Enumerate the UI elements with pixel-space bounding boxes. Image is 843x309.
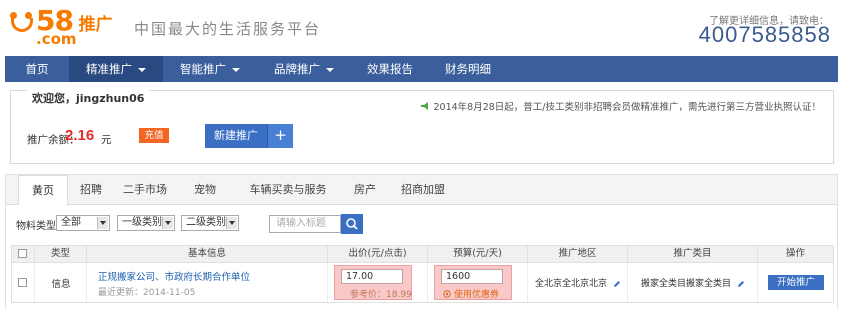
nav-smart-promo-label: 智能推广 xyxy=(180,62,226,76)
hotline-number: 4007585858 xyxy=(698,22,831,47)
row-select-cell xyxy=(12,263,34,302)
coupon-label: 使用优惠券 xyxy=(454,290,500,300)
row-bid-cell: 17.00 参考价：18.99 xyxy=(327,263,427,302)
start-promo-button[interactable]: 开始推广 xyxy=(768,275,824,290)
row-region-cell: 全北京全北京北京 xyxy=(527,263,627,302)
material-type-label: 物料类型 xyxy=(16,221,56,232)
row-type: 信息 xyxy=(51,279,71,290)
chevron-down-icon xyxy=(138,67,146,72)
nav-brand-promo-label: 品牌推广 xyxy=(274,62,320,76)
category-panel: 黄页 招聘 二手市场 宠物 车辆买卖与服务 房产 招商加盟 物料类型 全部 一级… xyxy=(5,174,838,309)
row-budget-cell: 1600 使用优惠券 xyxy=(427,263,527,302)
tab-yellow-pages[interactable]: 黄页 xyxy=(18,175,68,206)
row-action-cell: 开始推广 xyxy=(757,263,833,302)
category-tabs: 黄页 招聘 二手市场 宠物 车辆买卖与服务 房产 招商加盟 xyxy=(6,175,837,206)
nav-report[interactable]: 效果报告 xyxy=(351,56,429,82)
chevron-down-icon xyxy=(162,217,173,229)
row-region-text: 全北京全北京北京 xyxy=(535,279,608,289)
filter-row: 物料类型 全部 一级类别 二级类别 请输入标题 xyxy=(6,213,837,234)
row-category-cell: 搬家全类目搬家全类目 xyxy=(627,263,757,302)
nav-finance[interactable]: 财务明细 xyxy=(429,56,507,82)
row-title-link[interactable]: 正规搬家公司、市政府长期合作单位 xyxy=(98,269,250,283)
nav-home-label: 首页 xyxy=(25,62,49,76)
edit-pencil-icon[interactable] xyxy=(613,280,621,288)
logo[interactable]: 58 .com 推广 xyxy=(10,7,113,48)
header: 58 .com 推广 中国最大的生活服务平台 了解更详细信息，请致电： 4007… xyxy=(0,0,843,56)
logo-text: 58 .com xyxy=(36,7,77,48)
plus-icon[interactable]: + xyxy=(267,124,293,148)
new-promo-button[interactable]: 新建推广 + xyxy=(205,124,293,148)
nav-smart-promo[interactable]: 智能推广 xyxy=(163,56,257,82)
logo-smile-icon xyxy=(10,8,34,42)
budget-input[interactable]: 1600 xyxy=(441,269,503,284)
header-actions: 操作 xyxy=(757,246,833,262)
logo-suffix: 推广 xyxy=(78,15,113,35)
logo-domain: .com xyxy=(36,30,77,48)
coupon-link[interactable]: 使用优惠券 xyxy=(443,287,499,300)
welcome-panel: 欢迎您，jingzhun06 2014年8月28日起，普工/技工类别非招聘会员做… xyxy=(10,90,834,164)
row-info-cell: 正规搬家公司、市政府长期合作单位 最近更新：2014-11-05 xyxy=(86,263,327,302)
table-row: 信息 正规搬家公司、市政府长期合作单位 最近更新：2014-11-05 17.0… xyxy=(11,263,834,303)
chevron-down-icon xyxy=(97,217,108,229)
tab-pets[interactable]: 宠物 xyxy=(176,175,234,205)
nav-brand-promo[interactable]: 品牌推广 xyxy=(257,56,351,82)
slogan: 中国最大的生活服务平台 xyxy=(134,20,322,38)
search-button[interactable] xyxy=(341,214,363,234)
level2-category-select[interactable]: 二级类别 xyxy=(181,215,239,231)
tab-jobs[interactable]: 招聘 xyxy=(68,175,114,205)
bid-reference: 参考价：18.99 xyxy=(350,290,412,300)
row-region: 全北京全北京北京 xyxy=(528,276,628,289)
select-all-checkbox[interactable] xyxy=(18,249,27,258)
material-type-select[interactable]: 全部 xyxy=(56,215,110,231)
row-type-cell: 信息 xyxy=(34,263,86,302)
edit-pencil-icon[interactable] xyxy=(737,280,745,288)
header-category: 推广类目 xyxy=(627,246,757,262)
chevron-down-icon xyxy=(226,217,237,229)
nav-report-label: 效果报告 xyxy=(367,62,413,76)
balance-value: 2.16 xyxy=(65,127,95,144)
new-promo-label[interactable]: 新建推广 xyxy=(205,124,267,148)
tab-vehicles[interactable]: 车辆买卖与服务 xyxy=(234,175,342,205)
table-header: 类型 基本信息 出价(元/点击) 预算(元/天) 推广地区 推广类目 操作 xyxy=(11,245,834,263)
nav-precise-promo-label: 精准推广 xyxy=(86,62,132,76)
main-nav: 首页 精准推广 智能推广 品牌推广 效果报告 财务明细 xyxy=(5,56,838,82)
row-category: 搬家全类目搬家全类目 xyxy=(628,276,758,289)
balance-unit: 元 xyxy=(101,134,112,146)
header-bid: 出价(元/点击) xyxy=(327,246,427,262)
notice: 2014年8月28日起，普工/技工类别非招聘会员做精准推广，需先进行第三方营业执… xyxy=(420,99,821,113)
announcement-icon xyxy=(421,102,429,110)
tab-second-hand[interactable]: 二手市场 xyxy=(114,175,176,205)
header-select-all[interactable] xyxy=(12,246,34,262)
welcome-greeting: 欢迎您，jingzhun06 xyxy=(27,90,150,106)
header-type: 类型 xyxy=(34,246,86,262)
chevron-down-icon xyxy=(326,67,334,72)
recharge-button[interactable]: 充值 xyxy=(139,128,169,143)
nav-home[interactable]: 首页 xyxy=(5,56,69,82)
level2-category-value: 二级类别 xyxy=(186,217,226,228)
tab-franchise[interactable]: 招商加盟 xyxy=(388,175,458,205)
header-budget: 预算(元/天) xyxy=(427,246,527,262)
header-basic-info: 基本信息 xyxy=(86,246,327,262)
search-input[interactable]: 请输入标题 xyxy=(269,215,341,233)
material-type-value: 全部 xyxy=(61,217,81,228)
row-updated: 最近更新：2014-11-05 xyxy=(98,288,196,298)
row-category-text: 搬家全类目搬家全类目 xyxy=(641,279,732,289)
nav-finance-label: 财务明细 xyxy=(445,62,491,76)
level1-category-value: 一级类别 xyxy=(122,217,162,228)
level1-category-select[interactable]: 一级类别 xyxy=(117,215,175,231)
tab-real-estate[interactable]: 房产 xyxy=(342,175,388,205)
nav-precise-promo[interactable]: 精准推广 xyxy=(69,56,163,82)
notice-text: 2014年8月28日起，普工/技工类别非招聘会员做精准推广，需先进行第三方营业执… xyxy=(433,102,821,113)
header-region: 推广地区 xyxy=(527,246,627,262)
coupon-icon xyxy=(443,289,451,298)
bid-input[interactable]: 17.00 xyxy=(341,269,403,284)
chevron-down-icon xyxy=(232,67,240,72)
search-icon xyxy=(346,218,358,230)
row-checkbox[interactable] xyxy=(18,278,27,287)
page: 58 .com 推广 中国最大的生活服务平台 了解更详细信息，请致电： 4007… xyxy=(0,0,843,309)
